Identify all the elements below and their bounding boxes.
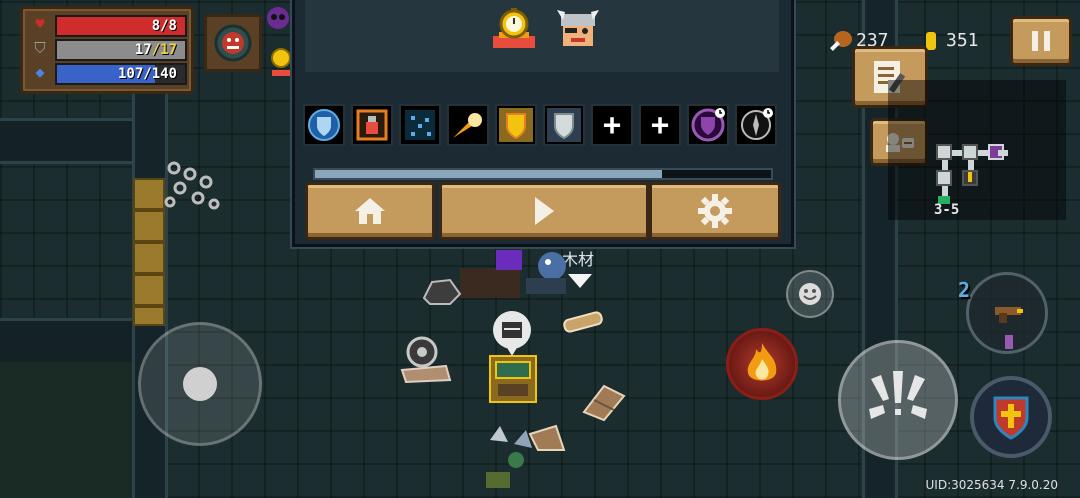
pause-button[interactable] (1010, 16, 1072, 66)
skill-slot-timed-compass-icon[interactable] (735, 104, 777, 146)
dark-room (0, 362, 135, 498)
energy-bar: ◆ 107/140 (31, 62, 187, 85)
smiley-icon (799, 283, 821, 305)
minimap-exclaim-icon (968, 172, 972, 182)
joystick-knob[interactable] (183, 367, 217, 401)
energy-cost-icon (1005, 335, 1013, 349)
home-icon (355, 198, 385, 224)
skill-slot-empty-slot-plus-icon[interactable]: + (639, 104, 681, 146)
emote-button[interactable] (786, 270, 834, 318)
pocket-watch-icon (493, 8, 535, 48)
rubble-pile-icon (486, 424, 566, 488)
attack-burst-icon (869, 371, 927, 419)
stone-ore-icon (422, 278, 462, 305)
pause-icon (1032, 31, 1050, 51)
pause-menu-panel: + + (292, 0, 794, 247)
golden-shield-icon (499, 108, 533, 142)
gear-icon (698, 194, 732, 228)
energy-crystal-icon: ◆ (35, 63, 45, 81)
active-buff-frame[interactable] (204, 14, 262, 72)
meat-material-icon (830, 31, 852, 51)
shield-buff-icon (308, 109, 340, 141)
skill-slot-comet-icon[interactable] (447, 104, 489, 146)
cobweb-icon (164, 161, 220, 210)
resume-button[interactable] (439, 182, 649, 240)
hp-bar: ♥ 8/8 (31, 14, 187, 37)
wood-log-icon (563, 311, 603, 333)
viking-helmet-icon (557, 10, 599, 46)
skill-slot-potion-card-icon[interactable] (351, 104, 393, 146)
player-status-panel: ♥ 8/8 ⛉ 17/17 ◆ 107/140 (20, 6, 194, 94)
collected-buffs-area (305, 0, 779, 72)
armor-bar: ⛉ 17/17 (31, 38, 187, 61)
energy-cost-label: 2 (958, 278, 971, 302)
fire-skill-button[interactable] (726, 328, 798, 400)
armor-current: 17 (134, 42, 152, 58)
skill-slot-empty-slot-plus-icon[interactable]: + (591, 104, 633, 146)
energy-value: 107/140 (117, 66, 177, 82)
coins-count: 351 (946, 30, 979, 51)
timed-compass-icon (741, 108, 773, 140)
crate (133, 274, 165, 306)
pocket-watch-small-icon (271, 48, 291, 76)
hp-value: 8/8 (151, 18, 177, 34)
comet-icon (453, 113, 482, 138)
armor-max: /17 (151, 42, 177, 58)
crate (133, 210, 165, 242)
skill-slot-stars-icon[interactable] (399, 104, 441, 146)
plus-icon: + (602, 107, 622, 143)
heart-icon: ♥ (35, 15, 45, 33)
play-icon (535, 197, 554, 225)
minimap-room (962, 144, 978, 160)
settings-button[interactable] (649, 182, 781, 240)
uid-version-label: UID:3025634 7.9.0.20 (925, 478, 1058, 492)
potion-card-icon (356, 109, 388, 141)
skill-slot-silver-shield-icon[interactable] (543, 104, 585, 146)
timed-purple-shield-icon (691, 108, 725, 142)
shield-skill-button[interactable] (970, 376, 1052, 458)
skill-slot-timed-purple-shield-icon[interactable] (687, 104, 729, 146)
minimap-room (936, 144, 952, 160)
movement-joystick[interactable] (138, 322, 262, 446)
wreath-buff-icon (214, 24, 252, 62)
minimap[interactable]: 3-5 (888, 80, 1066, 220)
crate (133, 306, 165, 326)
gear-part-icon (400, 336, 452, 384)
attack-button[interactable] (838, 340, 958, 460)
plus-icon: + (650, 107, 670, 143)
chat-bubble-icon (493, 311, 531, 356)
skull-buff-icon (267, 7, 289, 29)
flame-icon (747, 343, 777, 381)
weapon-swap-button[interactable] (966, 272, 1048, 354)
home-button[interactable] (305, 182, 435, 240)
stars-icon (405, 110, 435, 140)
crafting-table-icon (489, 355, 537, 403)
level-progress-fill (315, 170, 662, 178)
crate (133, 242, 165, 274)
minimap-room (936, 170, 952, 186)
skill-slot-golden-shield-icon[interactable] (495, 104, 537, 146)
pistol-icon (995, 307, 1023, 323)
player-knight-sprite (460, 250, 592, 298)
shield-icon: ⛉ (34, 39, 46, 57)
level-progress-bar (313, 168, 773, 180)
wooden-planks-icon (582, 384, 626, 422)
coin-icon (926, 32, 936, 50)
silver-shield-icon (547, 108, 581, 142)
armor-value: 17/17 (57, 41, 185, 59)
shield-cross-icon (993, 396, 1029, 440)
minimap-level-label: 3-5 (934, 202, 960, 218)
skill-slot-shield-buff-icon[interactable] (303, 104, 345, 146)
